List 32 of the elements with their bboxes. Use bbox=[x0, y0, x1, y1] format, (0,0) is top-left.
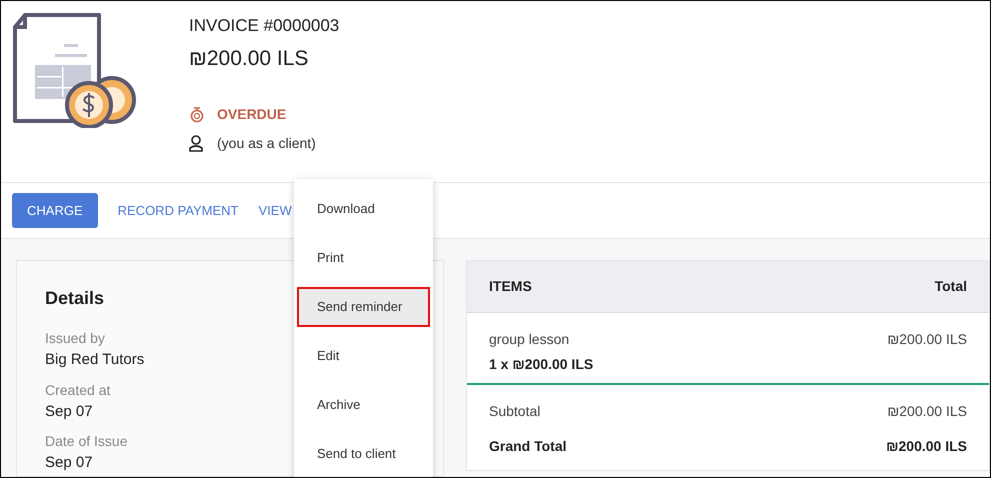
field-label: Date of Issue bbox=[45, 432, 128, 451]
invoice-coins-icon bbox=[11, 13, 137, 128]
details-title: Details bbox=[45, 287, 104, 310]
grand-total-label: Grand Total bbox=[489, 437, 567, 456]
field-value: Big Red Tutors bbox=[45, 350, 144, 370]
menu-item[interactable]: Send reminder bbox=[299, 289, 428, 325]
menu-item[interactable]: Archive bbox=[299, 387, 428, 423]
item-total: ₪200.00 ILS bbox=[887, 330, 967, 349]
invoice-amount: ₪200.00 ILS bbox=[189, 46, 310, 72]
menu-item[interactable]: Print bbox=[299, 240, 428, 276]
column-header: ITEMS bbox=[489, 277, 532, 296]
subtotal-value: ₪200.00 ILS bbox=[887, 402, 967, 421]
field-label: Created at bbox=[45, 380, 110, 400]
stopwatch-icon bbox=[189, 106, 205, 123]
field-value: Sep 07 bbox=[45, 402, 93, 422]
field-value: Sep 07 bbox=[45, 453, 93, 473]
subtotal-label: Subtotal bbox=[489, 402, 540, 421]
charge-button[interactable]: CHARGE bbox=[12, 193, 98, 228]
invoice-title: INVOICE #0000003 bbox=[189, 15, 340, 37]
item-quantity: 1 x ₪200.00 ILS bbox=[489, 355, 594, 374]
grand-total-value: ₪200.00 ILS bbox=[886, 437, 967, 456]
menu-item[interactable]: Edit bbox=[299, 338, 428, 374]
person-icon bbox=[189, 135, 203, 152]
field-label: Issued by bbox=[45, 329, 105, 348]
menu-item[interactable]: Download bbox=[299, 191, 428, 227]
action-link[interactable]: RECORD PAYMENT bbox=[118, 200, 238, 220]
status-label: OVERDUE bbox=[217, 105, 286, 124]
action-link[interactable]: VIEW bbox=[258, 200, 292, 220]
column-header: Total bbox=[934, 277, 967, 296]
client-label: (you as a client) bbox=[217, 134, 316, 153]
menu-item[interactable]: Send to client bbox=[299, 436, 428, 472]
item-name: group lesson bbox=[489, 330, 570, 349]
